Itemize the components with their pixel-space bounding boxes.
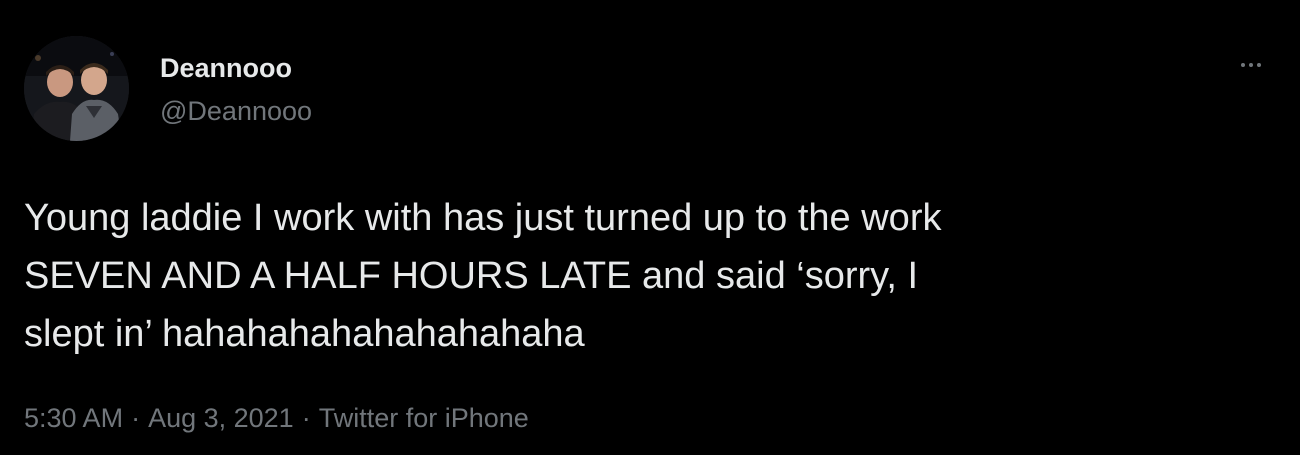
- tweet-text: Young laddie I work with has just turned…: [24, 189, 1274, 363]
- tweet-text-line: slept in’ hahahahahahahahahaha: [24, 313, 585, 355]
- author-display-name[interactable]: Deannooo: [160, 52, 292, 84]
- avatar[interactable]: [24, 36, 129, 141]
- tweet-text-line: SEVEN AND A HALF HOURS LATE and said ‘so…: [24, 255, 919, 297]
- more-options-icon: [1241, 63, 1245, 67]
- tweet-metadata: 5:30 AM · Aug 3, 2021 · Twitter for iPhone: [24, 400, 529, 436]
- tweet-date-link[interactable]: Aug 3, 2021: [148, 403, 294, 433]
- author-handle[interactable]: @Deannooo: [160, 95, 312, 127]
- tweet-card: Deannooo @Deannooo Young laddie I work w…: [0, 0, 1300, 455]
- tweet-time-link[interactable]: 5:30 AM: [24, 403, 123, 433]
- tweet-text-line: Young laddie I work with has just turned…: [24, 197, 942, 239]
- more-options-button[interactable]: [1228, 52, 1274, 78]
- tweet-source-link[interactable]: Twitter for iPhone: [319, 403, 529, 433]
- meta-separator: ·: [131, 403, 141, 433]
- profile-photo-icon: [24, 36, 129, 141]
- meta-separator: ·: [301, 403, 311, 433]
